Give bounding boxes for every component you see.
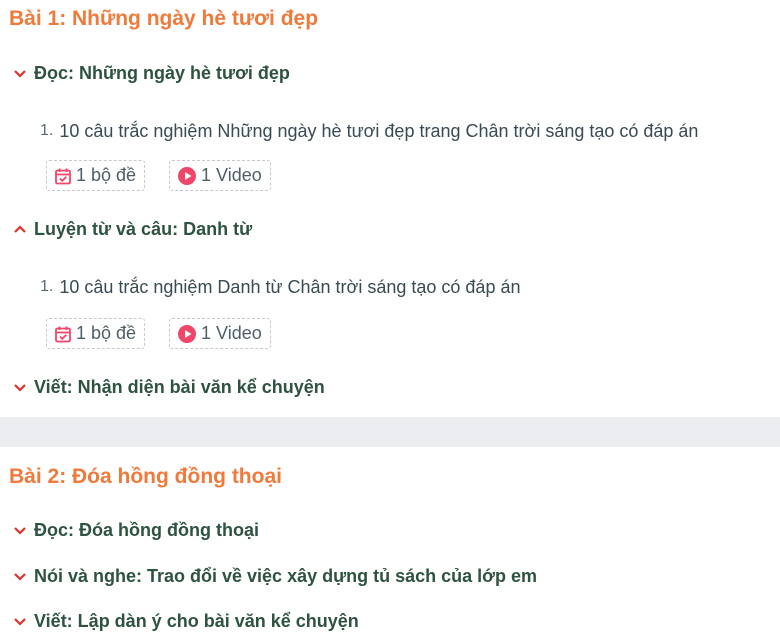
section-toggle-luyen-tu-va-cau[interactable]: Luyện từ và câu: Danh từ: [12, 217, 252, 241]
play-icon: [178, 324, 196, 343]
exam-set-label: 1 bộ đề: [76, 165, 137, 185]
exam-set-button[interactable]: 1 bộ đề: [46, 318, 146, 349]
chevron-down-icon: [14, 573, 26, 581]
calendar-check-icon: [55, 168, 71, 184]
chevron-up-icon: [14, 225, 26, 233]
video-label: 1 Video: [201, 323, 262, 343]
section-label: Viết: Lập dàn ý cho bài văn kể chuyện: [34, 610, 359, 631]
quiz-item: 1. 10 câu trắc nghiệm Danh từ Chân trời …: [40, 274, 520, 300]
quiz-link[interactable]: 10 câu trắc nghiệm Những ngày hè tươi đẹ…: [59, 121, 698, 142]
lesson-title[interactable]: Bài 1: Những ngày hè tươi đẹp: [9, 7, 318, 31]
section-toggle-viet-lap-dan-y[interactable]: Viết: Lập dàn ý cho bài văn kể chuyện: [12, 609, 359, 633]
chevron-down-icon: [14, 70, 26, 78]
section-label: Đọc: Đóa hồng đồng thoại: [34, 519, 259, 540]
section-label: Nói và nghe: Trao đổi về việc xây dựng t…: [34, 565, 537, 586]
section-label: Đọc: Những ngày hè tươi đẹp: [34, 62, 290, 83]
section-label: Luyện từ và câu: Danh từ: [34, 218, 253, 239]
quiz-item: 1. 10 câu trắc nghiệm Những ngày hè tươi…: [40, 118, 698, 144]
lesson-title[interactable]: Bài 2: Đóa hồng đồng thoại: [9, 465, 282, 489]
section-toggle-doc-nhung-ngay-he[interactable]: Đọc: Những ngày hè tươi đẹp: [12, 61, 290, 85]
video-button[interactable]: 1 Video: [169, 318, 271, 349]
section-toggle-noi-va-nghe[interactable]: Nói và nghe: Trao đổi về việc xây dựng t…: [12, 564, 537, 588]
video-label: 1 Video: [201, 165, 262, 185]
chevron-down-icon: [14, 384, 26, 392]
quiz-link[interactable]: 10 câu trắc nghiệm Danh từ Chân trời sán…: [59, 277, 520, 298]
exam-set-label: 1 bộ đề: [76, 323, 137, 343]
video-button[interactable]: 1 Video: [169, 160, 271, 191]
item-number: 1.: [40, 278, 54, 295]
section-label: Viết: Nhận diện bài văn kể chuyện: [34, 376, 325, 397]
item-number: 1.: [40, 122, 54, 139]
chevron-down-icon: [14, 527, 26, 535]
lesson-divider: [0, 417, 780, 447]
section-toggle-viet-nhan-dien[interactable]: Viết: Nhận diện bài văn kể chuyện: [12, 375, 325, 399]
chevron-down-icon: [14, 618, 26, 626]
play-icon: [178, 166, 196, 185]
exam-set-button[interactable]: 1 bộ đề: [46, 160, 146, 191]
section-toggle-doc-doa-hong[interactable]: Đọc: Đóa hồng đồng thoại: [12, 518, 259, 542]
calendar-check-icon: [55, 326, 71, 342]
